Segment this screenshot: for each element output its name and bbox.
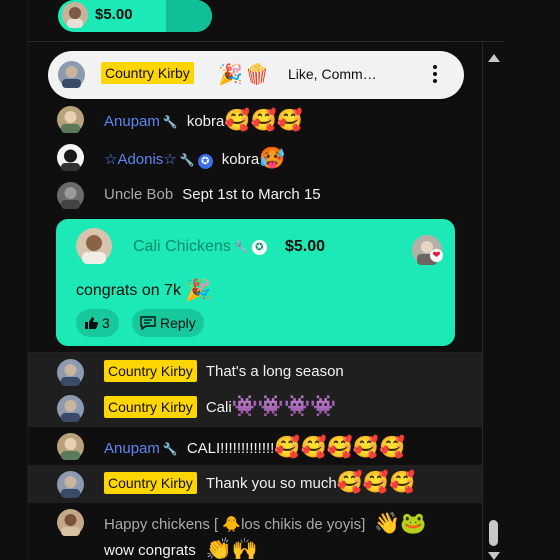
pinned-message-banner[interactable]: Country Kirby 🎉🍿 Like, Comm… — [48, 51, 464, 99]
author-name[interactable]: Cali Chickens 🔧 ✪ — [133, 238, 267, 256]
emoji: 🎉 — [185, 279, 212, 302]
scroll-up-arrow-icon[interactable] — [488, 54, 500, 62]
divider — [28, 41, 504, 42]
emoji: 🥵 — [259, 147, 286, 170]
like-button[interactable]: 3 — [76, 309, 119, 337]
wrench-icon: 🔧 — [162, 114, 178, 129]
avatar[interactable] — [57, 182, 84, 209]
member-author-badge[interactable]: Country Kirby — [104, 472, 197, 494]
chat-message: Happy chickens [ 🐥los chikis de yoyis] 👋… — [28, 503, 482, 560]
message-text: Sept 1st to March 15 — [182, 186, 321, 203]
scroll-thumb[interactable] — [489, 520, 498, 546]
message-text: That's a long season — [205, 362, 344, 380]
heart-icon: ❤ — [430, 249, 443, 262]
member-author-badge[interactable]: Country Kirby — [104, 360, 197, 382]
emoji: 🥰🥰🥰 — [224, 109, 303, 132]
avatar[interactable] — [57, 359, 84, 386]
ticker-progress — [166, 0, 212, 32]
emoji: 👾👾👾👾 — [231, 395, 337, 418]
emoji: 👏🙌 — [205, 538, 259, 560]
thumbs-up-icon — [85, 317, 98, 329]
chat-message: Anupam 🔧 CALI!!!!!!!!!!!!! 🥰🥰🥰🥰🥰 — [28, 427, 482, 465]
reply-label: Reply — [160, 315, 196, 331]
author-name[interactable]: Anupam 🔧 — [104, 113, 178, 130]
emoji: 👋🐸 — [374, 512, 427, 535]
avatar[interactable] — [76, 228, 112, 264]
reply-icon — [140, 316, 156, 330]
wrench-icon: 🔧 — [162, 441, 178, 456]
more-options-icon[interactable] — [432, 63, 438, 87]
emoji: 🥰🥰🥰🥰🥰 — [274, 436, 406, 459]
verified-star-icon: ✪ — [197, 153, 213, 169]
ticker-amount: $5.00 — [95, 6, 133, 23]
wrench-icon: 🔧 — [233, 240, 249, 254]
superchat-amount: $5.00 — [285, 238, 326, 255]
superchat-message: congrats on 7k 🎉 — [76, 279, 212, 302]
member-author-badge[interactable]: Country Kirby — [104, 396, 197, 418]
scroll-down-arrow-icon[interactable] — [488, 552, 500, 560]
verified-star-icon: ✪ — [251, 239, 267, 255]
pinned-text: Like, Comm… — [288, 66, 377, 82]
message-text: wow congrats — [104, 541, 196, 559]
author-name[interactable]: Happy chickens [ 🐥los chikis de yoyis] — [104, 515, 365, 533]
message-text: Cali — [205, 398, 232, 416]
author-name[interactable]: Uncle Bob — [104, 186, 173, 203]
ticker-avatar — [62, 2, 88, 28]
avatar[interactable] — [57, 433, 84, 460]
message-text: kobra — [221, 150, 260, 168]
chat-message: Country Kirby Cali 👾👾👾👾 — [28, 389, 482, 427]
member-author-badge[interactable]: Country Kirby — [101, 62, 194, 84]
avatar[interactable] — [57, 106, 84, 133]
avatar[interactable] — [57, 144, 84, 171]
avatar[interactable] — [57, 395, 84, 422]
message-text: CALI!!!!!!!!!!!!! — [186, 439, 275, 457]
superchat-card: Cali Chickens 🔧 ✪ $5.00 ❤ congrats on 7k… — [56, 219, 455, 346]
chat-scrollbar[interactable] — [482, 42, 504, 560]
live-chat: $5.00 Anupam 🔧 kobra 🥰🥰🥰 ☆Adonis☆ 🔧 ✪ kobra… — [0, 0, 560, 560]
reply-button[interactable]: Reply — [132, 309, 204, 337]
chat-message: ☆Adonis☆ 🔧 ✪ kobra 🥵 — [28, 138, 482, 176]
avatar[interactable] — [58, 61, 85, 88]
chat-message: Country Kirby Thank you so much 🥰🥰🥰 — [28, 465, 482, 503]
emoji: 🎉🍿 — [218, 64, 272, 86]
like-count: 3 — [102, 315, 110, 331]
chat-message: Anupam 🔧 kobra 🥰🥰🥰 — [28, 100, 482, 138]
author-name[interactable]: ☆Adonis☆ 🔧 ✪ — [104, 150, 213, 169]
message-text: Thank you so much — [205, 474, 337, 492]
avatar[interactable] — [57, 509, 84, 536]
emoji: 🥰🥰🥰 — [336, 471, 416, 494]
chat-message: Uncle Bob Sept 1st to March 15 — [28, 176, 482, 214]
wrench-icon: 🔧 — [179, 152, 195, 167]
superchat-ticker[interactable]: $5.00 — [58, 0, 212, 32]
message-text: kobra — [186, 112, 225, 130]
chat-message: Country Kirby That's a long season — [28, 353, 482, 391]
avatar[interactable] — [57, 471, 84, 498]
author-name[interactable]: Anupam 🔧 — [104, 440, 178, 457]
